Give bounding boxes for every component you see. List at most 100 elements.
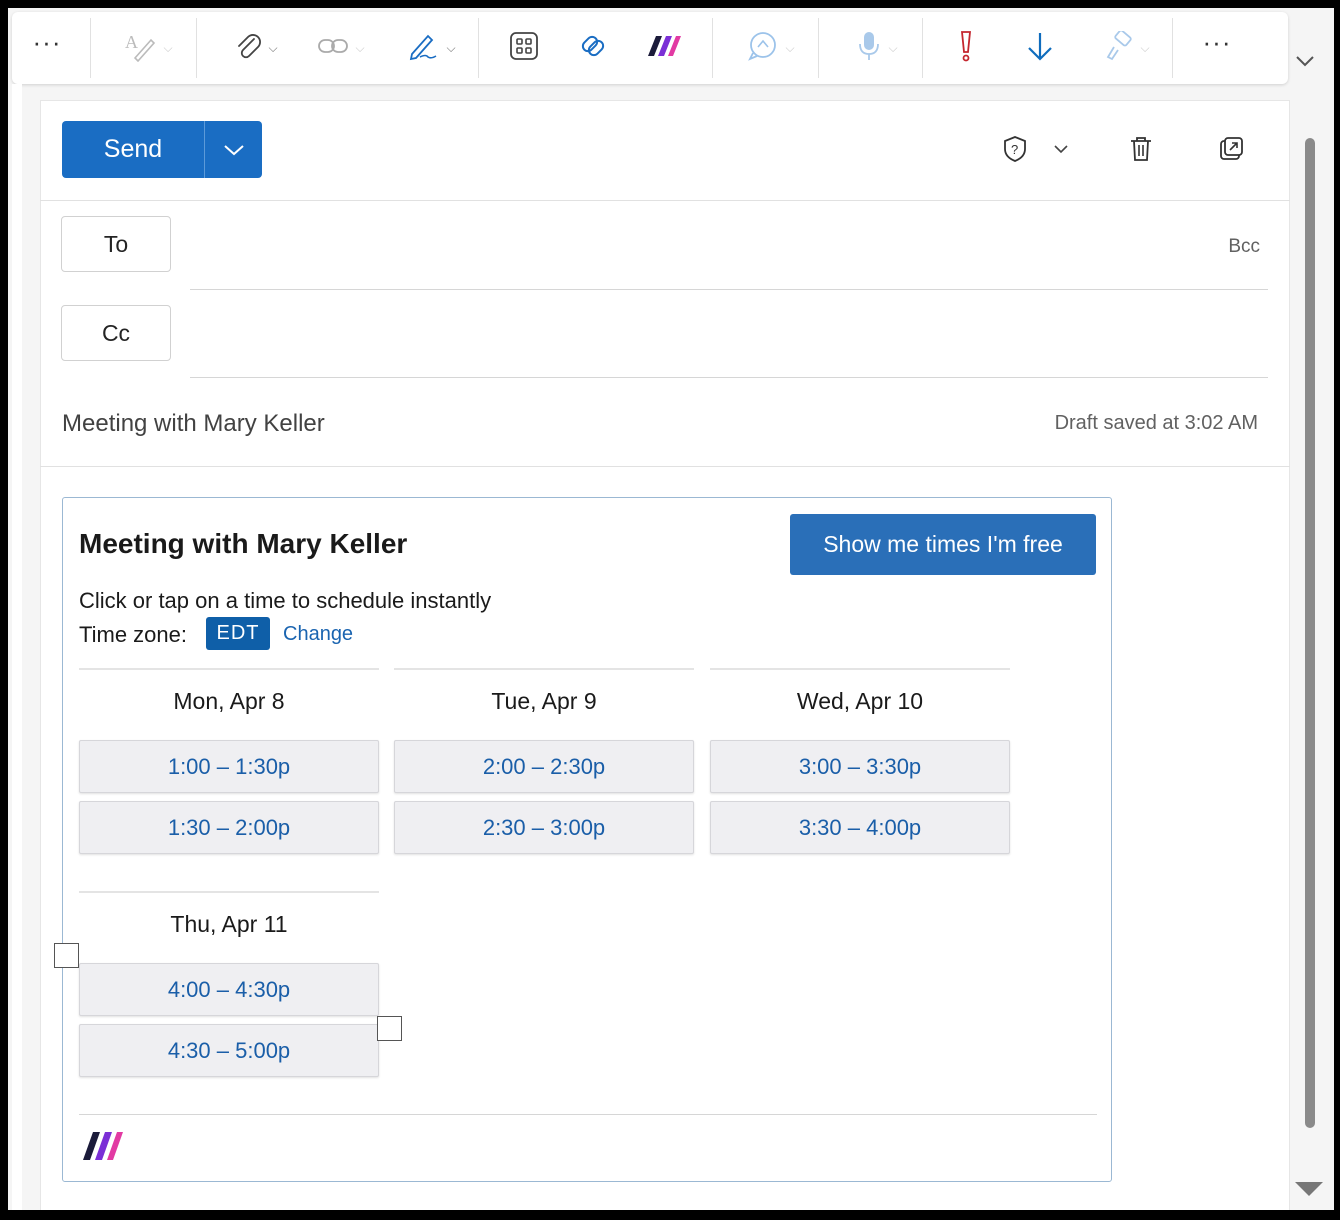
toolbar-divider	[90, 18, 91, 78]
scroll-down-arrow[interactable]	[1295, 1182, 1323, 1196]
chevron-down-icon	[223, 144, 244, 155]
high-importance-icon	[958, 29, 974, 68]
chevron-down-icon: ⌵	[163, 40, 173, 55]
cc-field[interactable]	[190, 377, 1268, 378]
chevron-down-icon: ⌵	[446, 40, 456, 55]
insert-link-button[interactable]: ⌵	[312, 28, 370, 68]
format-painter-button[interactable]: ⌵	[1096, 28, 1158, 68]
ribbon-toolbar: ··· A ⌵ ⌵ ⌵ ⌵ ⌵ ⌵ ⌵ ···	[12, 12, 1288, 84]
toolbar-divider	[1172, 18, 1173, 78]
chevron-down-icon: ⌵	[888, 40, 898, 55]
time-slot[interactable]: 3:00 – 3:30p	[710, 740, 1010, 793]
send-options-button[interactable]	[205, 121, 262, 178]
shield-question-icon: ?	[1004, 136, 1026, 162]
resize-handle[interactable]	[377, 1016, 402, 1041]
chat-button[interactable]: ⌵	[738, 28, 802, 68]
high-importance-button[interactable]	[954, 28, 978, 68]
header-divider	[40, 200, 1290, 201]
chevron-down-icon: ⌵	[355, 40, 365, 55]
day-divider	[79, 891, 379, 893]
timezone-badge: EDT	[206, 617, 270, 650]
editor-icon: A	[123, 30, 157, 67]
show-free-times-button[interactable]: Show me times I'm free	[790, 514, 1096, 575]
chevron-down-icon: ⌵	[785, 40, 795, 55]
subject-field[interactable]: Meeting with Mary Keller	[62, 410, 325, 438]
link-icon	[317, 36, 349, 61]
day-label: Wed, Apr 10	[796, 688, 924, 714]
pop-out-button[interactable]	[1216, 134, 1246, 164]
more-options-button[interactable]: ···	[1202, 27, 1232, 68]
ribbon-expand-button[interactable]	[1294, 54, 1316, 73]
time-slot[interactable]: 1:00 – 1:30p	[79, 740, 379, 793]
time-slot[interactable]: 3:30 – 4:00p	[710, 801, 1010, 854]
send-button[interactable]: Send	[62, 121, 205, 178]
more-icon: ···	[32, 27, 62, 57]
time-slot[interactable]: 4:30 – 5:00p	[79, 1024, 379, 1077]
scrollbar-thumb[interactable]	[1305, 138, 1315, 1128]
more-icon: ···	[1202, 27, 1232, 57]
toolbar-divider	[478, 18, 479, 78]
chevron-down-icon	[1054, 145, 1068, 154]
toolbar-divider	[922, 18, 923, 78]
pop-out-icon	[1220, 137, 1243, 160]
card-footer-divider	[79, 1114, 1097, 1115]
card-title: Meeting with Mary Keller	[79, 528, 408, 559]
chat-icon	[745, 29, 779, 68]
loop-button[interactable]	[574, 28, 612, 68]
left-panel-edge	[12, 84, 22, 1210]
toolbar-divider	[712, 18, 713, 78]
day-label: Tue, Apr 9	[491, 688, 597, 714]
day-divider	[79, 668, 379, 670]
editor-button[interactable]: A ⌵	[116, 28, 180, 68]
attach-file-button[interactable]: ⌵	[226, 28, 286, 68]
day-divider	[394, 668, 694, 670]
time-slot[interactable]: 2:30 – 3:00p	[394, 801, 694, 854]
to-button[interactable]: To	[61, 216, 171, 272]
trash-icon	[1131, 137, 1151, 161]
resize-handle[interactable]	[54, 943, 79, 968]
send-split-button: Send	[62, 121, 262, 178]
brand-logo	[81, 1128, 125, 1167]
low-importance-icon	[1026, 30, 1054, 67]
day-column-mon: Mon, Apr 8 1:00 – 1:30p 1:30 – 2:00p	[79, 668, 379, 862]
meeting-scheduler-addin-icon	[646, 32, 682, 65]
day-column-thu: Thu, Apr 11 4:00 – 4:30p 4:30 – 5:00p	[79, 891, 379, 1085]
day-label: Thu, Apr 11	[170, 911, 288, 937]
apps-button[interactable]	[506, 28, 542, 68]
card-instruction: Click or tap on a time to schedule insta…	[79, 588, 492, 613]
sensitivity-dropdown[interactable]	[1046, 134, 1076, 164]
discard-button[interactable]	[1126, 134, 1156, 164]
chevron-down-icon: ⌵	[1140, 40, 1150, 55]
chevron-down-icon	[1296, 56, 1314, 67]
time-slot[interactable]: 1:30 – 2:00p	[79, 801, 379, 854]
signature-icon	[406, 30, 440, 67]
attach-icon	[234, 31, 262, 66]
meeting-scheduler-addin-button[interactable]	[644, 28, 684, 68]
timezone-label: Time zone:	[79, 622, 188, 647]
loop-icon	[576, 29, 610, 68]
dictate-button[interactable]: ⌵	[846, 28, 908, 68]
signature-button[interactable]: ⌵	[400, 28, 462, 68]
day-column-wed: Wed, Apr 10 3:00 – 3:30p 3:30 – 4:00p	[710, 668, 1010, 862]
day-label: Mon, Apr 8	[173, 688, 285, 714]
low-importance-button[interactable]	[1024, 28, 1056, 68]
sensitivity-button[interactable]: ?	[1000, 134, 1030, 164]
timezone-change-link[interactable]: Change	[283, 623, 353, 646]
more-options-button[interactable]: ···	[32, 27, 62, 68]
to-field[interactable]	[190, 289, 1268, 290]
svg-text:?: ?	[1011, 142, 1018, 157]
bcc-button[interactable]: Bcc	[1228, 236, 1260, 258]
toolbar-divider	[196, 18, 197, 78]
time-slot[interactable]: 4:00 – 4:30p	[79, 963, 379, 1016]
cc-button[interactable]: Cc	[61, 305, 171, 361]
time-slot[interactable]: 2:00 – 2:30p	[394, 740, 694, 793]
day-column-tue: Tue, Apr 9 2:00 – 2:30p 2:30 – 3:00p	[394, 668, 694, 862]
scheduling-card: Meeting with Mary Keller Show me times I…	[62, 497, 1112, 1182]
subject-divider	[40, 466, 1290, 467]
svg-text:A: A	[125, 32, 138, 52]
draft-status: Draft saved at 3:02 AM	[1054, 412, 1258, 434]
dictate-icon	[856, 30, 882, 67]
format-painter-icon	[1104, 29, 1134, 66]
chevron-down-icon: ⌵	[268, 40, 278, 55]
day-divider	[710, 668, 1010, 670]
